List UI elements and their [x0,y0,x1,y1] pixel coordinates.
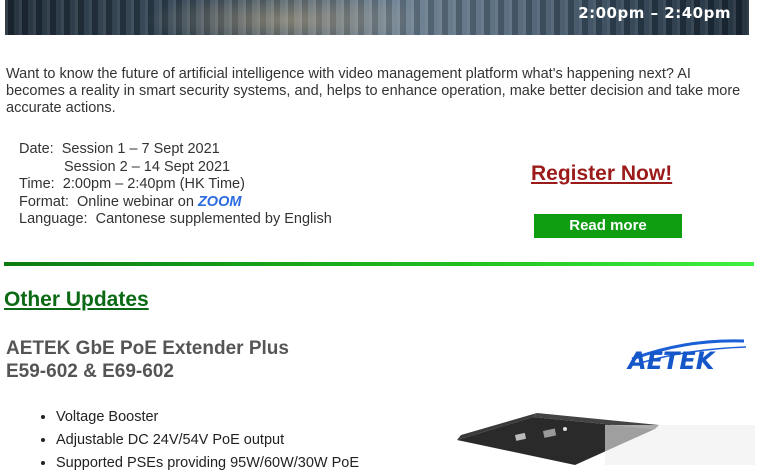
time-label: Time: [19,176,55,192]
time-value: 2:00pm – 2:40pm (HK Time) [62,176,245,192]
banner-light-glow [145,0,425,35]
banner-time-text: 2:00pm – 2:40pm [578,4,731,22]
aetek-logo: AETEK [626,339,747,373]
date-label: Date: [19,141,54,157]
session-2-row: Session 2 – 14 Sept 2021 [19,159,332,177]
format-value: Online webinar on [77,193,194,210]
event-details: Date: Session 1 – 7 Sept 2021 Session 2 … [19,141,332,229]
feature-item: Voltage Booster [56,406,359,429]
date-row: Date: Session 1 – 7 Sept 2021 [19,141,332,159]
language-label: Language: [19,211,88,227]
format-label: Format: [19,193,69,210]
read-more-button[interactable]: Read more [534,214,682,238]
register-now-link[interactable]: Register Now! [531,162,672,186]
event-banner-image: 2:00pm – 2:40pm [5,0,749,35]
language-row: Language: Cantonese supplemented by Engl… [19,211,332,229]
feature-item: Adjustable DC 24V/54V PoE output [56,429,359,452]
language-value: Cantonese supplemented by English [95,211,332,227]
other-updates-heading[interactable]: Other Updates [4,288,149,312]
intro-paragraph: Want to know the future of artificial in… [6,66,741,116]
format-row: Format: Online webinar on ZOOM [19,194,332,212]
product-models: E59-602 & E69-602 [6,361,174,382]
session-2: Session 2 – 14 Sept 2021 [64,158,231,175]
zoom-platform-link[interactable]: ZOOM [198,194,242,210]
product-name: AETEK GbE PoE Extender Plus [6,338,289,359]
aetek-logo-text: AETEK [626,347,717,373]
poe-extender-product-image [457,413,755,465]
session-1: Session 1 – 7 Sept 2021 [61,141,220,157]
time-row: Time: 2:00pm – 2:40pm (HK Time) [19,176,332,194]
feature-list: Voltage Booster Adjustable DC 24V/54V Po… [36,406,359,475]
section-divider [4,262,754,266]
feature-item: Supported PSEs providing 95W/60W/30W PoE [56,452,359,475]
product-title: AETEK GbE PoE Extender Plus E59-602 & E6… [6,337,289,383]
